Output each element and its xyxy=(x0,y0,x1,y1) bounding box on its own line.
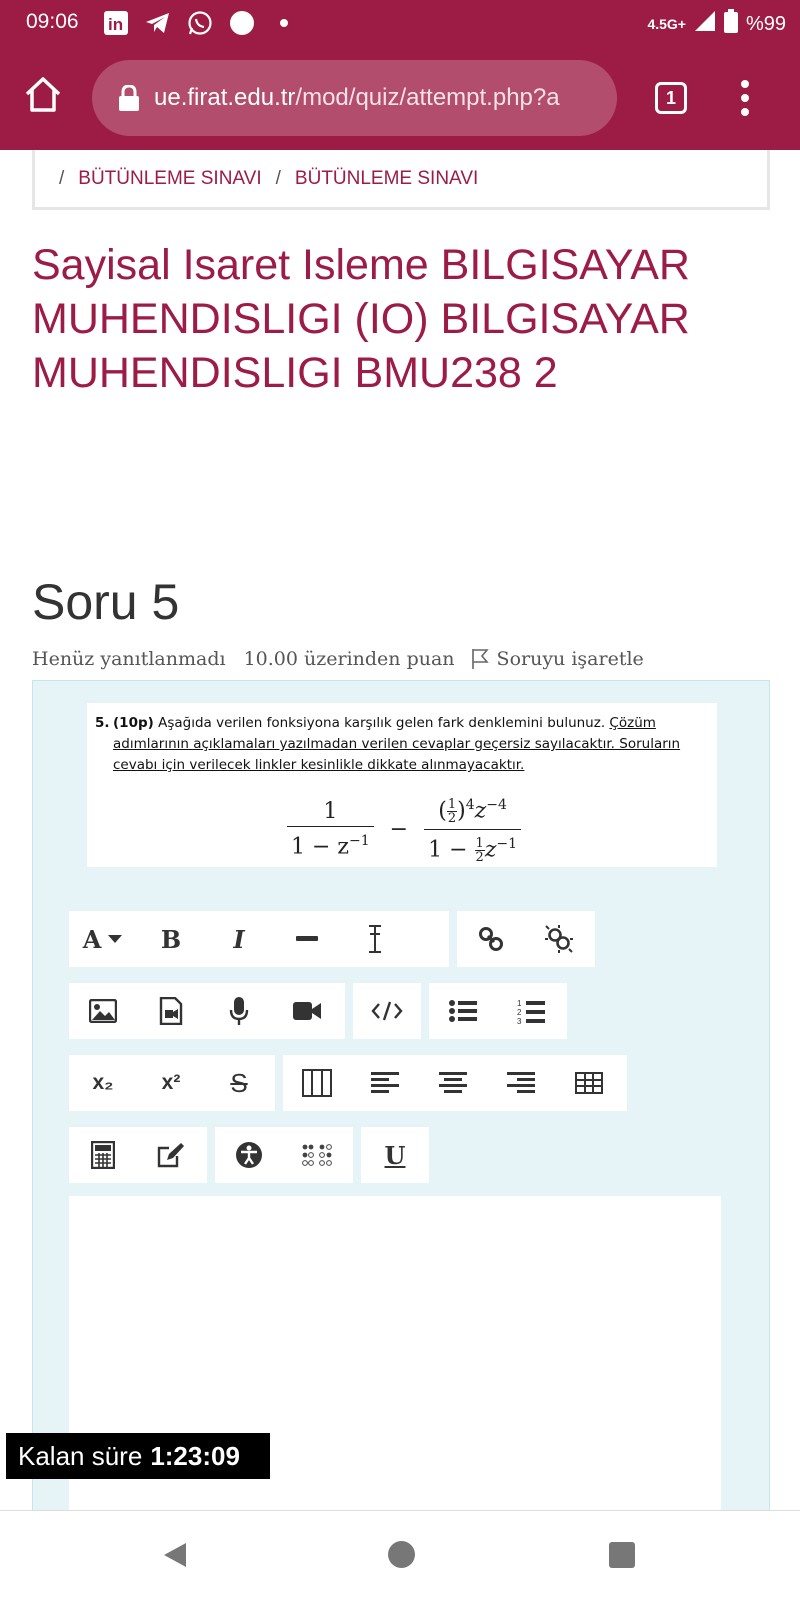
font-style-button[interactable]: A xyxy=(69,911,137,967)
question-prompt: Aşağıda verilen fonksiyona karşılık gele… xyxy=(158,715,606,731)
network-type: 4.5G+ xyxy=(647,16,686,32)
home-icon[interactable] xyxy=(22,74,64,116)
columns-icon[interactable] xyxy=(283,1055,351,1111)
timer-label: Kalan süre xyxy=(18,1440,143,1471)
bold-button[interactable]: B xyxy=(137,911,205,967)
flag-question-link[interactable]: Soruyu işaretle xyxy=(471,648,644,670)
linkedin-icon: in xyxy=(102,9,130,37)
breadcrumb-item[interactable]: BÜTÜNLEME SINAVI xyxy=(78,168,261,190)
superscript-button[interactable]: x² xyxy=(137,1055,205,1111)
question-heading: Soru 5 xyxy=(32,574,180,630)
whatsapp-icon xyxy=(186,9,214,37)
horizontal-rule-button[interactable] xyxy=(273,911,341,967)
timer-value: 1:23:09 xyxy=(150,1440,240,1471)
unlink-icon[interactable] xyxy=(525,911,593,967)
svg-text:2: 2 xyxy=(517,1008,522,1017)
home-nav-icon[interactable] xyxy=(388,1541,415,1568)
dot-icon xyxy=(270,9,298,37)
transfer-function-formula: 1 1 − z−1 − (1 2)4z−4 1 − 1 2 z−1 xyxy=(287,795,522,864)
question-points-tag: (10p) xyxy=(113,715,154,731)
video-icon[interactable] xyxy=(273,983,341,1039)
signal-icon xyxy=(694,10,716,38)
align-center-icon[interactable] xyxy=(419,1055,487,1111)
question-box: 5. (10p) Aşağıda verilen fonksiyona karş… xyxy=(32,680,770,1521)
address-bar[interactable]: ue.firat.edu.tr/mod/quiz/attempt.php?a xyxy=(92,60,617,136)
numbered-list-icon[interactable]: 123 xyxy=(497,983,565,1039)
underline-button[interactable]: U xyxy=(361,1127,429,1183)
question-number: 5. xyxy=(95,715,110,731)
question-points: 10.00 üzerinden puan xyxy=(243,648,455,670)
battery-percent: %99 xyxy=(745,12,786,35)
svg-text:in: in xyxy=(108,15,123,34)
browser-toolbar: ue.firat.edu.tr/mod/quiz/attempt.php?a 1 xyxy=(0,46,800,150)
question-status: Henüz yanıtlanmadı xyxy=(32,648,226,670)
strikethrough-button[interactable]: S xyxy=(205,1055,273,1111)
align-left-icon[interactable] xyxy=(351,1055,419,1111)
question-info: Henüz yanıtlanmadı 10.00 üzerinden puan … xyxy=(32,648,644,670)
italic-button[interactable]: I xyxy=(205,911,273,967)
image-icon[interactable] xyxy=(69,983,137,1039)
svg-text:3: 3 xyxy=(517,1017,522,1024)
telegram-icon xyxy=(144,9,172,37)
url-text: ue.firat.edu.tr/mod/quiz/attempt.php?a xyxy=(154,84,560,111)
status-bar: 09:06 in 4.5G+ %99 xyxy=(0,0,800,46)
flag-icon xyxy=(471,649,489,669)
accessibility-icon[interactable] xyxy=(215,1127,283,1183)
left-fraction: 1 1 − z−1 xyxy=(287,801,374,858)
link-icon[interactable] xyxy=(457,911,525,967)
overflow-menu-icon[interactable] xyxy=(735,78,755,118)
chevron-down-icon xyxy=(108,935,123,943)
right-fraction: (1 2)4z−4 1 − 1 2 z−1 xyxy=(424,795,522,864)
align-right-icon[interactable] xyxy=(487,1055,555,1111)
battery-icon xyxy=(723,9,738,39)
breadcrumb: / BÜTÜNLEME SINAVI / BÜTÜNLEME SINAVI xyxy=(32,150,770,210)
bullet-list-icon[interactable] xyxy=(429,983,497,1039)
lock-icon xyxy=(118,84,140,111)
quiz-timer: Kalan süre 1:23:09 xyxy=(6,1433,270,1479)
breadcrumb-item[interactable]: BÜTÜNLEME SINAVI xyxy=(295,168,478,190)
table-icon[interactable] xyxy=(555,1055,623,1111)
microphone-icon[interactable] xyxy=(205,983,273,1039)
circle-notification-icon xyxy=(228,9,256,37)
edit-icon[interactable] xyxy=(137,1127,205,1183)
question-text: (10p) Aşağıda verilen fonksiyona karşılı… xyxy=(113,713,709,776)
braille-icon[interactable] xyxy=(283,1127,351,1183)
recent-apps-icon[interactable] xyxy=(609,1542,635,1568)
html-source-icon[interactable] xyxy=(353,983,421,1039)
subscript-button[interactable]: x₂ xyxy=(69,1055,137,1111)
back-icon[interactable] xyxy=(162,1541,188,1569)
android-nav-bar xyxy=(0,1510,800,1600)
media-file-icon[interactable] xyxy=(137,983,205,1039)
svg-text:1: 1 xyxy=(517,999,522,1008)
clear-formatting-icon[interactable] xyxy=(341,911,409,967)
tab-switcher-button[interactable]: 1 xyxy=(655,82,687,114)
page-title: Sayisal Isaret Isleme BILGISAYAR MUHENDI… xyxy=(32,241,690,397)
question-content: 5. (10p) Aşağıda verilen fonksiyona karş… xyxy=(87,703,717,867)
status-time: 09:06 xyxy=(26,10,79,33)
flag-question-label: Soruyu işaretle xyxy=(496,648,644,670)
calculator-icon[interactable] xyxy=(69,1127,137,1183)
